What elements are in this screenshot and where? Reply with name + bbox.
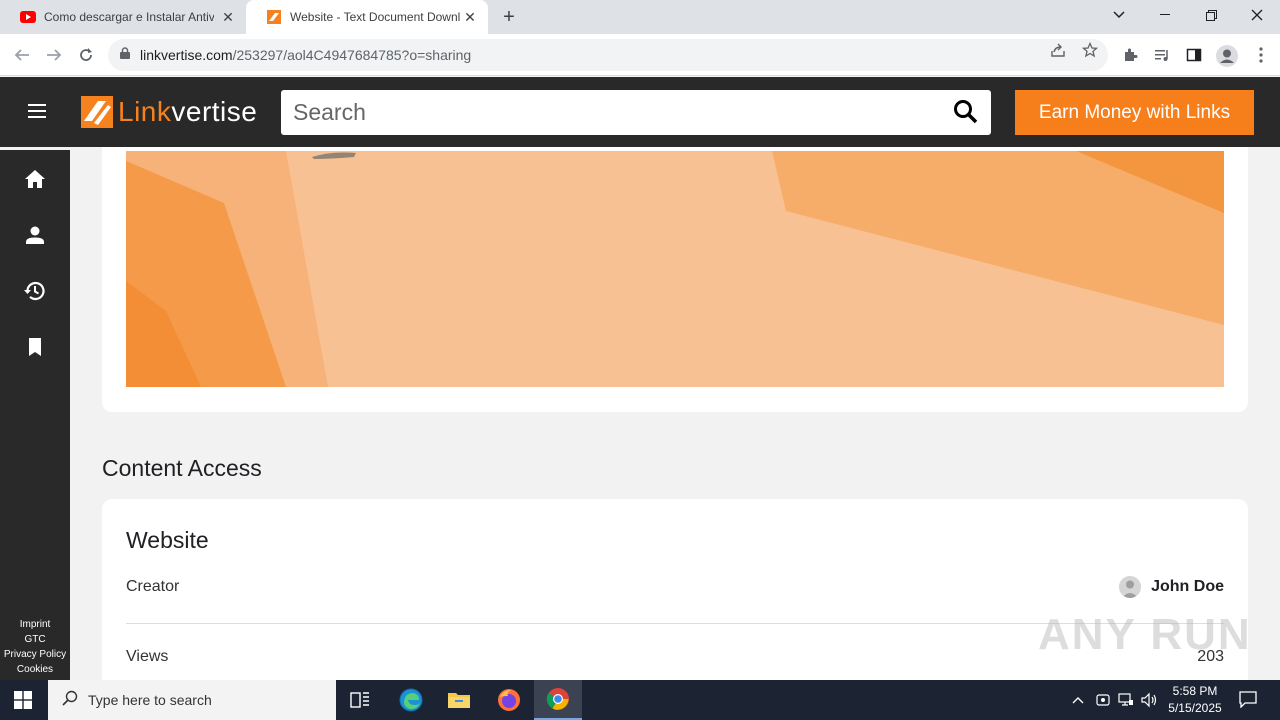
linkvertise-logo-icon xyxy=(81,96,113,128)
footer-link-gtc[interactable]: GTC xyxy=(0,632,70,647)
site-search xyxy=(281,90,991,135)
chrome-menu-icon[interactable] xyxy=(1252,47,1270,65)
extensions-icon[interactable] xyxy=(1121,47,1139,65)
notification-icon[interactable] xyxy=(1239,690,1257,711)
reload-icon[interactable] xyxy=(74,43,98,67)
url-text: linkvertise.com/253297/aol4C4947684785?o… xyxy=(140,47,472,63)
anyrun-watermark: ANY RUN xyxy=(1038,610,1252,659)
site-header: Linkvertise Earn Money with Links xyxy=(0,77,1280,147)
close-icon[interactable]: ✕ xyxy=(462,9,478,25)
creator-row: Creator John Doe xyxy=(126,576,1224,608)
creator-value[interactable]: John Doe xyxy=(1119,576,1224,598)
back-icon[interactable] xyxy=(10,43,34,67)
linkvertise-logo[interactable]: Linkvertise xyxy=(80,95,257,129)
browser-tab-strip: Como descargar e Instalar Antivi ✕ Websi… xyxy=(0,0,1280,34)
content-name: Website xyxy=(126,527,209,553)
footer-link-privacy-policy[interactable]: Privacy Policy xyxy=(0,647,70,662)
sidebar: Imprint GTC Privacy Policy Cookies xyxy=(0,150,70,680)
creator-avatar xyxy=(1119,576,1142,598)
history-icon[interactable] xyxy=(23,279,47,303)
section-title: Content Access xyxy=(102,455,262,481)
forward-icon[interactable] xyxy=(42,43,66,67)
taskbar-clock[interactable]: 5:58 PM 5/15/2025 xyxy=(1160,683,1230,717)
meet-now-icon[interactable] xyxy=(1096,692,1110,711)
task-view-icon[interactable] xyxy=(336,680,384,720)
user-icon[interactable] xyxy=(23,223,47,247)
search-icon[interactable] xyxy=(953,99,979,125)
tab-title: Como descargar e Instalar Antivi xyxy=(44,10,214,24)
bookmark-star-icon[interactable] xyxy=(1081,41,1099,60)
content-banner-image xyxy=(126,151,1224,387)
close-icon[interactable]: ✕ xyxy=(220,9,236,25)
footer-link-imprint[interactable]: Imprint xyxy=(0,617,70,632)
browser-toolbar: linkvertise.com/253297/aol4C4947684785?o… xyxy=(0,34,1280,76)
firefox-icon[interactable] xyxy=(485,680,533,720)
windows-taskbar: Type here to search 5:58 PM 5/15/2025 xyxy=(0,680,1280,720)
content-preview-card xyxy=(102,147,1248,412)
lock-icon[interactable] xyxy=(120,46,130,64)
creator-name: John Doe xyxy=(1151,578,1224,595)
youtube-icon xyxy=(20,9,36,25)
footer-link-cookies[interactable]: Cookies xyxy=(0,662,70,677)
media-control-icon[interactable] xyxy=(1153,47,1171,65)
taskbar-search[interactable]: Type here to search xyxy=(48,680,336,720)
volume-icon[interactable] xyxy=(1141,692,1159,711)
close-window-icon[interactable] xyxy=(1234,0,1280,30)
tab-search-icon[interactable] xyxy=(1096,0,1142,30)
bookmark-icon[interactable] xyxy=(23,335,47,359)
search-input[interactable] xyxy=(293,99,933,126)
network-icon[interactable] xyxy=(1118,692,1134,711)
new-tab-button[interactable]: + xyxy=(498,6,520,28)
windows-start-icon[interactable] xyxy=(14,691,32,709)
clock-date: 5/15/2025 xyxy=(1168,701,1222,715)
logo-wordmark: Linkvertise xyxy=(118,96,258,127)
content-info-card: Website Creator John Doe Views 203 xyxy=(102,499,1248,699)
sidebar-footer-links: Imprint GTC Privacy Policy Cookies xyxy=(0,617,70,677)
side-panel-icon[interactable] xyxy=(1185,47,1203,65)
file-explorer-icon[interactable] xyxy=(435,680,483,720)
taskbar-search-text: Type here to search xyxy=(88,692,212,708)
share-icon[interactable] xyxy=(1049,42,1067,60)
tab-title: Website - Text Document Downl xyxy=(290,10,460,24)
creator-label: Creator xyxy=(126,578,180,595)
edge-icon[interactable] xyxy=(387,680,435,720)
profile-avatar[interactable] xyxy=(1215,44,1239,68)
restore-icon[interactable] xyxy=(1188,0,1234,30)
views-label: Views xyxy=(126,648,169,665)
address-bar[interactable]: linkvertise.com/253297/aol4C4947684785?o… xyxy=(108,39,1108,71)
hamburger-menu-icon[interactable] xyxy=(28,104,46,120)
chevron-up-icon[interactable] xyxy=(1072,692,1084,707)
chrome-icon[interactable] xyxy=(534,680,582,720)
browser-tab-youtube[interactable]: Como descargar e Instalar Antivi ✕ xyxy=(0,0,246,34)
clock-time: 5:58 PM xyxy=(1172,684,1218,698)
home-icon[interactable] xyxy=(23,167,47,191)
minimize-icon[interactable] xyxy=(1142,0,1188,30)
search-icon xyxy=(62,690,78,711)
earn-money-button[interactable]: Earn Money with Links xyxy=(1015,90,1254,135)
browser-tab-linkvertise[interactable]: Website - Text Document Downl ✕ xyxy=(246,0,488,34)
linkvertise-icon xyxy=(266,9,282,25)
